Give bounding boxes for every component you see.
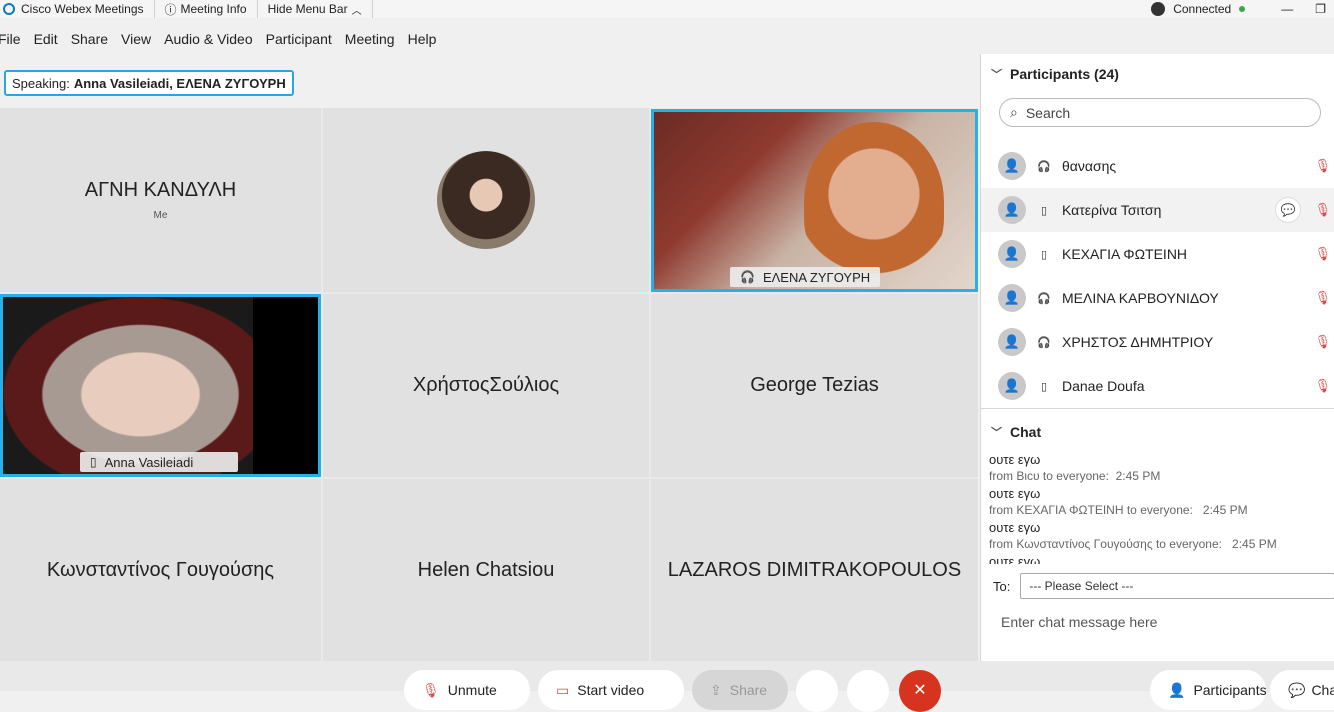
webex-logo-icon [3, 3, 15, 15]
chevron-down-icon: ﹀ [991, 69, 1002, 81]
headset-icon: 🎧 [1037, 292, 1051, 305]
video-tile-george[interactable]: George Tezias [651, 294, 978, 477]
video-tile-elena[interactable]: 🎧 ΕΛΕΝΑ ΖΥΓΟΥΡΗ [651, 109, 978, 292]
video-feed [3, 297, 253, 474]
chat-panel-button[interactable]: 💬 Chat [1270, 670, 1334, 710]
participant-row[interactable]: 👤 🎧 ΧΡΗΣΤΟΣ ΔΗΜΗΤΡΙΟΥ 🎙 [981, 320, 1334, 364]
avatar: 👤 [998, 196, 1026, 224]
bottom-control-bar: 🎙 Unmute ▭ Start video ⇪ Share ✕ 👤 Parti… [0, 661, 1334, 712]
phone-icon: ▯ [1040, 380, 1048, 393]
participant-row[interactable]: 👤 🎧 ΜΕΛΙΝΑ ΚΑΡΒΟΥΝΙΔΟΥ 🎙 [981, 276, 1334, 320]
connection-icon [1151, 2, 1166, 16]
participant-row[interactable]: 👤 ▯ Danae Doufa 🎙 [981, 364, 1334, 408]
participant-row[interactable]: 👤 ▯ ΚΕΧΑΓΙΑ ΦΩΤΕΙΝΗ 🎙 [981, 232, 1334, 276]
menu-view[interactable]: View [121, 31, 151, 47]
avatar: 👤 [998, 284, 1026, 312]
video-tile-helen[interactable]: Helen Chatsiou [323, 479, 649, 661]
chat-message: ουτε εγω from Βιcυ to everyone: 2:45 PM [989, 452, 1161, 483]
video-tile-christos[interactable]: ΧρήστοςΣούλιος [323, 294, 649, 477]
tile-name: ΑΓΝΗ ΚΑΝΔΥΛΗ [84, 179, 237, 201]
app-title: Cisco Webex Meetings [0, 0, 155, 18]
video-tile-anna[interactable]: ▯ Anna Vasileiadi [0, 294, 321, 477]
participant-row[interactable]: 👤 ▯ Κατερίνα Τσιτση 💬 🎙 [981, 188, 1334, 232]
avatar: 👤 [998, 152, 1026, 180]
meeting-info-button[interactable]: ⓘ Meeting Info [155, 0, 258, 18]
participant-search-input[interactable]: ⌕ Search [999, 98, 1321, 127]
menu-meeting[interactable]: Meeting [345, 31, 395, 47]
menu-edit[interactable]: Edit [34, 31, 58, 47]
unmute-button[interactable]: 🎙 Unmute [404, 670, 530, 710]
menu-share[interactable]: Share [71, 31, 108, 47]
tile-label: 🎧 ΕΛΕΝΑ ΖΥΓΟΥΡΗ [730, 267, 881, 287]
video-tile-lazaros[interactable]: LAZAROS DIMITRAKOPOULOS [651, 479, 978, 661]
connection-status: Connected [1173, 2, 1232, 16]
connected-dot-icon [1239, 6, 1246, 12]
phone-icon: ▯ [90, 455, 97, 469]
restore-icon[interactable]: ❐ [1315, 2, 1326, 16]
tile-name: ΧρήστοςΣούλιος [412, 374, 560, 396]
chat-messages: ουτε εγω from Βιcυ to everyone: 2:45 PM … [989, 451, 1329, 564]
title-bar: Cisco Webex Meetings ⓘ Meeting Info Hide… [0, 0, 1334, 18]
video-feed [804, 122, 944, 282]
tile-name: Helen Chatsiou [417, 558, 555, 581]
participants-header[interactable]: ﹀ Participants (24) [981, 54, 1334, 94]
headset-icon: 🎧 [740, 270, 755, 284]
chat-section: ﹀ Chat [981, 412, 1334, 452]
speaking-indicator: Speaking: Anna Vasileiadi, ΕΛΕΝΑ ΖΥΓΟΥΡΗ [4, 70, 294, 96]
right-panel: ﹀ Participants (24) ⌕ Search 👤 🎧 θανασης… [980, 54, 1334, 661]
chevron-up-icon: ︿ [351, 5, 362, 17]
tile-name: Κωνσταντίνος Γουγούσης [46, 558, 275, 581]
phone-icon: ▯ [1040, 204, 1048, 217]
window-controls: Connected — ❐ [1151, 0, 1334, 18]
avatar: 👤 [998, 372, 1026, 400]
participant-list: 👤 🎧 θανασης 🎙 👤 ▯ Κατερίνα Τσιτση 💬 🎙 👤 … [981, 144, 1334, 410]
info-icon: ⓘ [164, 2, 177, 17]
tile-name: LAZAROS DIMITRAKOPOULOS [667, 558, 962, 581]
video-tile-avatar[interactable] [323, 108, 649, 292]
participant-avatar [437, 151, 535, 249]
menu-bar: File Edit Share View Audio & Video Parti… [0, 28, 449, 50]
minimize-icon[interactable]: — [1281, 2, 1293, 16]
hide-menu-bar-button[interactable]: Hide Menu Bar ︿ [258, 0, 373, 18]
muted-mic-icon[interactable]: 🎙 [1314, 202, 1331, 218]
share-button[interactable]: ⇪ Share [692, 670, 788, 710]
video-tile-self[interactable]: ΑΓΝΗ ΚΑΝΔΥΛΗ Me [0, 108, 321, 292]
participant-row[interactable]: 👤 🎧 θανασης 🎙 [981, 144, 1334, 188]
tile-name: George Tezias [750, 374, 879, 396]
chat-message: ουτε εγω [989, 554, 1041, 564]
chat-message: ουτε εγω from ΚΕΧΑΓΙΑ ΦΩΤΕΙΝΗ to everyon… [989, 486, 1248, 517]
muted-mic-icon[interactable]: 🎙 [1314, 290, 1331, 306]
panel-divider [981, 408, 1334, 409]
chevron-down-icon: ﹀ [991, 427, 1002, 439]
chat-bubble-icon[interactable]: 💬 [1275, 197, 1301, 223]
video-tile-konstantinos[interactable]: Κωνσταντίνος Γουγούσης [0, 479, 321, 661]
chat-message: ουτε εγω from Κωνσταντίνος Γουγούσης to … [989, 520, 1277, 551]
muted-mic-icon[interactable]: 🎙 [1314, 246, 1331, 262]
muted-mic-icon[interactable]: 🎙 [1314, 334, 1331, 350]
chat-recipient-select[interactable]: --- Please Select --- [1020, 573, 1334, 599]
menu-file[interactable]: File [0, 31, 21, 47]
participants-panel-button[interactable]: 👤 Participants [1150, 670, 1267, 710]
chat-message-input[interactable]: Enter chat message here [1001, 614, 1157, 630]
start-video-button[interactable]: ▭ Start video [538, 670, 684, 710]
chat-header[interactable]: ﹀ Chat [981, 412, 1334, 452]
leave-meeting-button[interactable]: ✕ [899, 670, 941, 712]
tile-sub: Me [153, 210, 168, 221]
menu-participant[interactable]: Participant [266, 31, 332, 47]
more-options-button[interactable] [847, 670, 889, 712]
avatar: 👤 [998, 240, 1026, 268]
headset-icon: 🎧 [1037, 336, 1051, 349]
phone-icon: ▯ [1040, 248, 1048, 261]
menu-help[interactable]: Help [408, 31, 437, 47]
tile-label: ▯ Anna Vasileiadi [80, 452, 238, 472]
reactions-button[interactable] [796, 670, 838, 712]
search-icon: ⌕ [1010, 104, 1018, 120]
video-grid: ΑΓΝΗ ΚΑΝΔΥΛΗ Me 🎧 ΕΛΕΝΑ ΖΥΓΟΥΡΗ ▯ Anna V… [0, 108, 978, 661]
muted-mic-icon[interactable]: 🎙 [1314, 158, 1331, 174]
avatar: 👤 [998, 328, 1026, 356]
muted-mic-icon[interactable]: 🎙 [1314, 378, 1331, 394]
menu-audio-video[interactable]: Audio & Video [164, 31, 252, 47]
headset-icon: 🎧 [1037, 160, 1051, 173]
chat-recipient-row: To: --- Please Select --- [993, 572, 1334, 600]
